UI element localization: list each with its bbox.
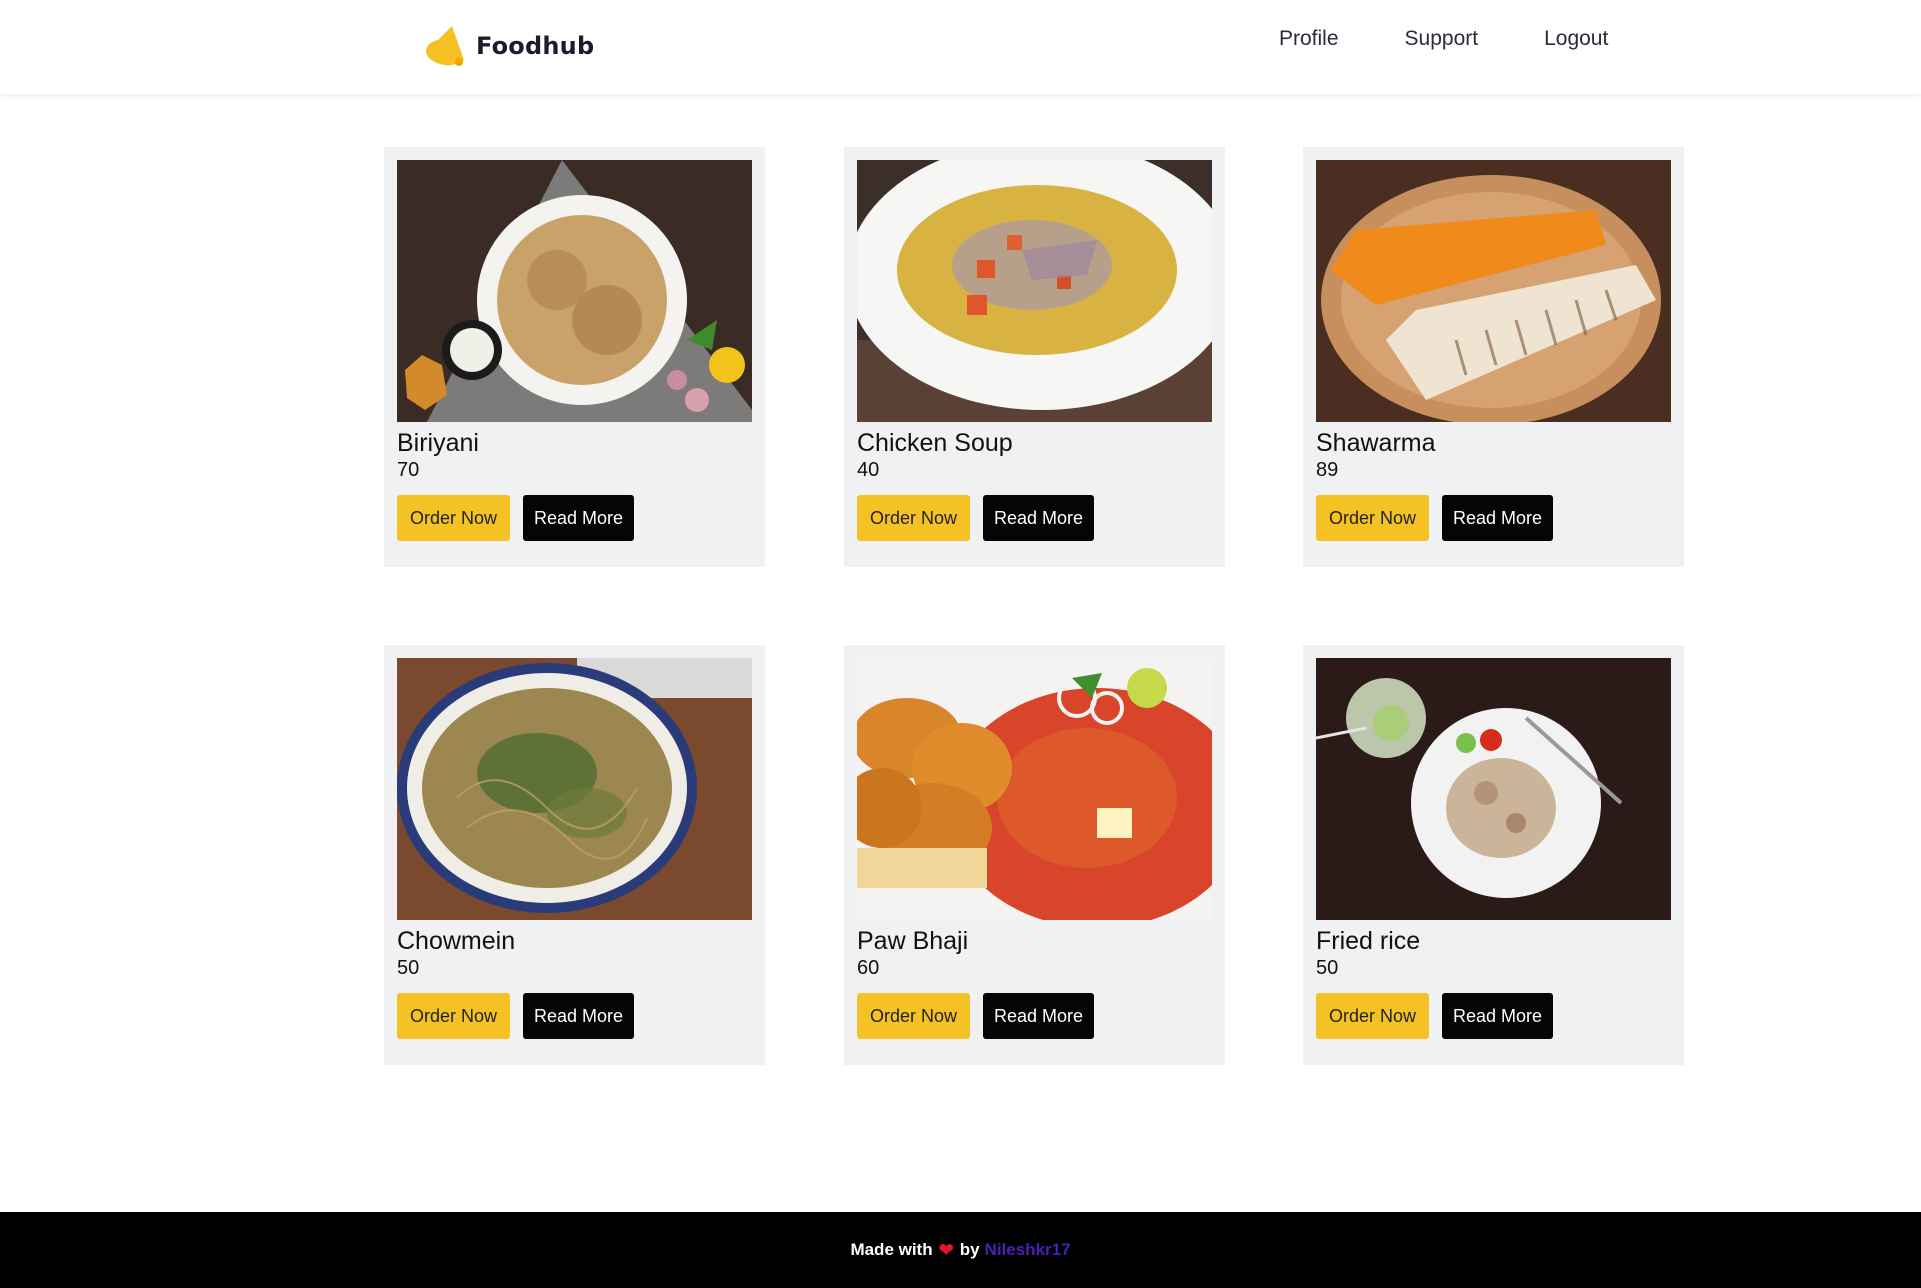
brand-name: Foodhub	[476, 32, 595, 60]
food-card: Chicken Soup 40 Order Now Read More	[844, 147, 1225, 567]
site-footer: Made with ❤ by Nileshkr17	[0, 1212, 1921, 1288]
food-card: Fried rice 50 Order Now Read More	[1303, 645, 1684, 1065]
read-more-button[interactable]: Read More	[1442, 495, 1553, 541]
food-price: 50	[397, 957, 420, 979]
food-price: 50	[1316, 957, 1339, 979]
nav-support[interactable]: Support	[1405, 24, 1479, 54]
biriyani-photo	[397, 160, 752, 422]
food-name: Biriyani	[397, 429, 479, 457]
order-now-button[interactable]: Order Now	[857, 495, 970, 541]
food-price: 60	[857, 957, 880, 979]
food-card: Paw Bhaji 60 Order Now Read More	[844, 645, 1225, 1065]
brand-logo[interactable]: Foodhub	[422, 22, 594, 68]
main-nav: Profile Support Logout	[1279, 24, 1608, 54]
chicken-soup-photo	[857, 160, 1212, 422]
fried-rice-photo	[1316, 658, 1671, 920]
nav-profile[interactable]: Profile	[1279, 24, 1339, 54]
food-price: 70	[397, 459, 420, 481]
food-price: 40	[857, 459, 880, 481]
order-now-button[interactable]: Order Now	[397, 993, 510, 1039]
food-card: Chowmein 50 Order Now Read More	[384, 645, 765, 1065]
read-more-button[interactable]: Read More	[983, 495, 1094, 541]
nav-logout[interactable]: Logout	[1544, 24, 1608, 54]
food-card: Biriyani 70 Order Now Read More	[384, 147, 765, 567]
read-more-button[interactable]: Read More	[523, 993, 634, 1039]
food-price: 89	[1316, 459, 1339, 481]
order-now-button[interactable]: Order Now	[857, 993, 970, 1039]
shawarma-photo	[1316, 160, 1671, 422]
order-now-button[interactable]: Order Now	[1316, 993, 1429, 1039]
author-link[interactable]: Nileshkr17	[985, 1240, 1071, 1260]
food-name: Chowmein	[397, 927, 516, 955]
food-name: Paw Bhaji	[857, 927, 969, 955]
top-nav-bar: Foodhub Profile Support Logout	[0, 0, 1921, 94]
footer-by: by	[959, 1240, 980, 1259]
order-now-button[interactable]: Order Now	[397, 495, 510, 541]
food-name: Fried rice	[1316, 927, 1421, 955]
footer-made-with: Made with	[850, 1240, 933, 1259]
chowmein-photo	[397, 658, 752, 920]
paw-bhaji-photo	[857, 658, 1212, 920]
food-name: Chicken Soup	[857, 429, 1013, 457]
read-more-button[interactable]: Read More	[983, 993, 1094, 1039]
food-name: Shawarma	[1316, 429, 1436, 457]
food-card: Shawarma 89 Order Now Read More	[1303, 147, 1684, 567]
order-now-button[interactable]: Order Now	[1316, 495, 1429, 541]
heart-icon: ❤	[938, 1239, 954, 1260]
read-more-button[interactable]: Read More	[1442, 993, 1553, 1039]
food-bell-icon	[422, 22, 468, 68]
read-more-button[interactable]: Read More	[523, 495, 634, 541]
